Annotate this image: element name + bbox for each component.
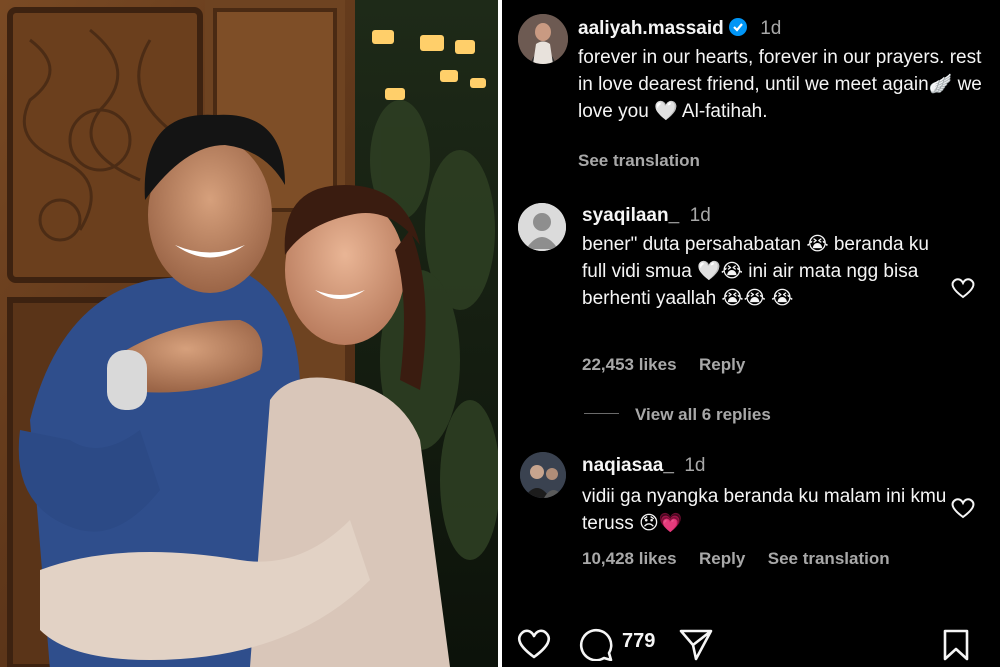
comment-time: 1d <box>689 205 711 226</box>
comment-likes[interactable]: 10,428 likes <box>582 549 677 568</box>
comment-like-heart-icon[interactable] <box>950 496 976 520</box>
caption-see-translation[interactable]: See translation <box>578 151 700 171</box>
comment-avatar[interactable] <box>520 452 566 498</box>
comment-time: 1d <box>684 455 706 476</box>
avatar-image <box>518 14 568 64</box>
comment-icon[interactable] <box>578 627 614 661</box>
caption-username[interactable]: aaliyah.massaid <box>578 18 724 39</box>
comment-meta: 22,453 likes Reply <box>582 355 763 375</box>
comment-reply-button[interactable]: Reply <box>699 355 745 374</box>
avatar-image <box>520 452 566 498</box>
replies-line <box>584 413 619 414</box>
comment-reply-button[interactable]: Reply <box>699 549 745 568</box>
comment-header: naqiasaa_ 1d <box>582 455 706 477</box>
post-photo <box>0 0 498 667</box>
caption-avatar[interactable] <box>518 14 568 64</box>
caption-time: 1d <box>760 18 782 39</box>
caption-header: aaliyah.massaid 1d <box>578 17 781 40</box>
share-icon[interactable] <box>678 628 714 662</box>
view-replies-button[interactable]: View all 6 replies <box>635 405 771 425</box>
photo-illustration <box>0 0 498 667</box>
comment-text: vidii ga nyangka beranda ku malam ini km… <box>582 486 947 534</box>
comments-panel: aaliyah.massaid 1d forever in our hearts… <box>502 0 1000 667</box>
comment-username[interactable]: naqiasaa_ <box>582 455 674 476</box>
caption-text: forever in our hearts, forever in our pr… <box>578 47 982 122</box>
comment-meta: 10,428 likes Reply See translation <box>582 549 908 569</box>
comment-text: bener" duta persahabatan 😭 beranda ku fu… <box>582 234 929 309</box>
comment-like-heart-icon[interactable] <box>950 276 976 300</box>
action-bar: 779 <box>502 608 1000 667</box>
heart-icon[interactable] <box>516 628 552 660</box>
bookmark-icon[interactable] <box>942 628 970 662</box>
comment-likes[interactable]: 22,453 likes <box>582 355 677 374</box>
default-avatar-icon <box>518 203 566 251</box>
comment-avatar[interactable] <box>518 203 566 251</box>
verified-badge-icon <box>728 18 747 36</box>
comment-see-translation[interactable]: See translation <box>768 549 890 568</box>
comment-header: syaqilaan_ 1d <box>582 205 711 227</box>
comment-count: 779 <box>622 630 656 652</box>
comment-username[interactable]: syaqilaan_ <box>582 205 679 226</box>
